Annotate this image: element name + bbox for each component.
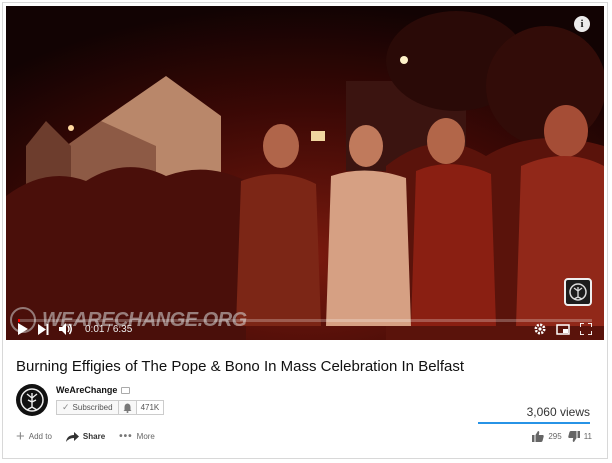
plus-icon: +: [16, 427, 25, 445]
settings-icon[interactable]: [534, 320, 546, 338]
dislike-button[interactable]: 11: [567, 431, 592, 442]
more-label: More: [136, 432, 155, 441]
info-icon[interactable]: i: [574, 16, 590, 32]
channel-watermark-badge[interactable]: [564, 278, 592, 306]
more-button[interactable]: ••• More: [119, 431, 155, 442]
tree-logo-icon: [20, 388, 44, 412]
subscribe-button[interactable]: ✓ Subscribed: [56, 400, 119, 415]
add-to-label: Add to: [28, 432, 52, 441]
miniplayer-icon[interactable]: [556, 320, 570, 338]
more-dots-icon: •••: [119, 431, 133, 442]
share-button[interactable]: Share: [65, 431, 106, 442]
channel-name[interactable]: WeAreChange: [56, 385, 131, 395]
time-display: 0:01 / 6:35: [85, 324, 132, 335]
subscribe-group: ✓ Subscribed 471K: [56, 400, 165, 415]
play-icon[interactable]: [18, 320, 28, 338]
time-separator: /: [107, 323, 111, 335]
video-title: Burning Effigies of The Pope & Bono In M…: [16, 358, 465, 375]
share-label: Share: [82, 432, 106, 441]
subscriber-count: 471K: [136, 400, 165, 415]
channel-avatar[interactable]: [16, 384, 48, 416]
next-icon[interactable]: [38, 320, 49, 338]
like-count: 295: [548, 432, 562, 441]
verified-icon: [121, 386, 131, 394]
bell-icon[interactable]: [118, 400, 137, 415]
time-total: 6:35: [112, 323, 133, 335]
view-count: 3,060 views: [526, 405, 590, 419]
volume-icon[interactable]: [59, 320, 73, 338]
thumbs-down-icon: [567, 431, 580, 442]
add-to-button[interactable]: + Add to: [16, 427, 52, 445]
dislike-count: 11: [583, 432, 592, 441]
subscribe-label: Subscribed: [72, 403, 113, 412]
like-dislike-group: 295 11: [532, 431, 592, 442]
video-frame: [6, 6, 604, 340]
fullscreen-icon[interactable]: [580, 320, 592, 338]
time-current: 0:01: [85, 323, 105, 335]
action-bar: + Add to Share ••• More: [16, 427, 155, 445]
checkmark-icon: ✓: [62, 402, 70, 412]
thumbs-up-icon: [532, 431, 545, 442]
share-icon: [65, 431, 79, 442]
channel-name-text[interactable]: WeAreChange: [56, 385, 117, 395]
video-player[interactable]: i WEARECHANGE.ORG 0:01 / 6:35: [6, 6, 604, 340]
player-controls: 0:01 / 6:35: [6, 318, 604, 340]
tree-logo-icon: [569, 283, 587, 301]
like-button[interactable]: 295: [532, 431, 562, 442]
sentiment-bar: [478, 422, 590, 424]
